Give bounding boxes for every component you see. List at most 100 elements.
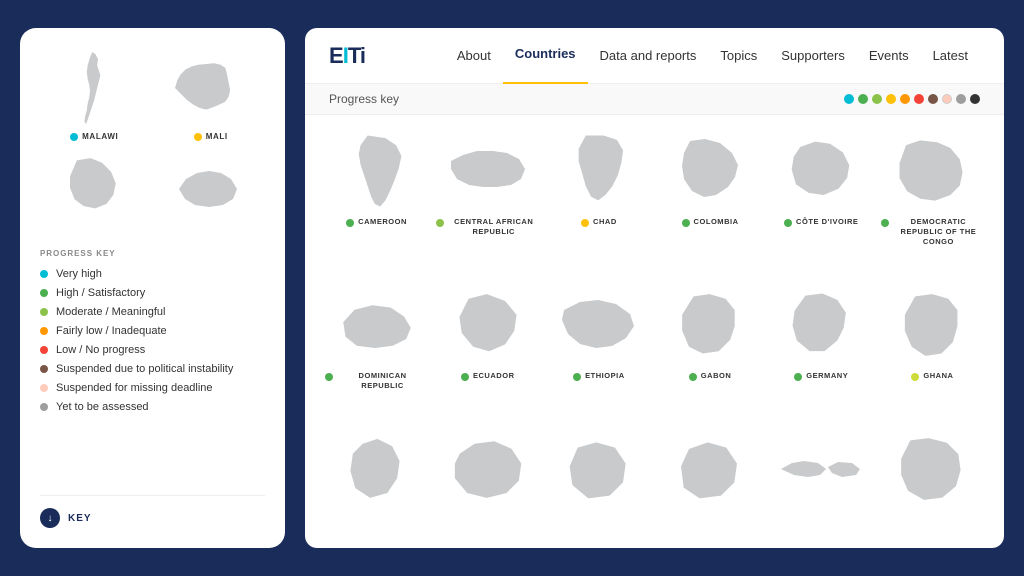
- drc-map: [887, 131, 977, 211]
- gabon-name: GABON: [689, 371, 732, 381]
- suspended-deadline-label: Suspended for missing deadline: [56, 382, 213, 394]
- nav-link-countries[interactable]: Countries: [503, 28, 588, 85]
- suspended-political-dot: [40, 365, 48, 373]
- dr-name: DOMINICAN REPUBLIC: [325, 371, 428, 391]
- nav-item-topics[interactable]: Topics: [708, 28, 769, 84]
- ecuador-name: ECUADOR: [461, 371, 515, 381]
- country-r3c6[interactable]: [877, 421, 988, 540]
- chad-name: CHAD: [581, 217, 617, 227]
- moderate-dot: [40, 308, 48, 316]
- r3c4-map: [665, 429, 755, 509]
- small-country-2: [157, 149, 266, 229]
- nav-item-events[interactable]: Events: [857, 28, 921, 84]
- colombia-dot: [682, 219, 690, 227]
- ghana-dot: [911, 373, 919, 381]
- nav-link-about[interactable]: About: [445, 28, 503, 84]
- progress-dot-3: [872, 94, 882, 104]
- key-footer-icon: ↓: [40, 508, 60, 528]
- nav-link-events[interactable]: Events: [857, 28, 921, 84]
- germany-map: [776, 285, 866, 365]
- country-colombia[interactable]: COLOMBIA: [654, 123, 765, 277]
- key-item-fairly-low: Fairly low / Inadequate: [40, 325, 265, 337]
- key-item-very-high: Very high: [40, 268, 265, 280]
- cdi-map: [776, 131, 866, 211]
- mali-map: [171, 48, 251, 128]
- car-map: [443, 131, 533, 211]
- malawi-dot: [70, 133, 78, 141]
- country-ethiopia[interactable]: ETHIOPIA: [543, 277, 654, 421]
- ghana-name: GHANA: [911, 371, 953, 381]
- fairly-low-label: Fairly low / Inadequate: [56, 325, 167, 337]
- progress-dots: [844, 94, 980, 104]
- country-r3c5[interactable]: [766, 421, 877, 540]
- gabon-dot: [689, 373, 697, 381]
- country-ghana[interactable]: GHANA: [877, 277, 988, 421]
- country-gabon[interactable]: GABON: [654, 277, 765, 421]
- country-germany[interactable]: GERMANY: [766, 277, 877, 421]
- small-map-1: [54, 149, 134, 229]
- cdi-dot: [784, 219, 792, 227]
- progress-dot-4: [886, 94, 896, 104]
- country-drc[interactable]: DEMOCRATIC REPUBLIC OF THE CONGO: [877, 123, 988, 277]
- malawi-preview: MALAWI: [40, 48, 149, 141]
- dr-dot: [325, 373, 333, 381]
- country-ecuador[interactable]: ECUADOR: [432, 277, 543, 421]
- country-cameroon[interactable]: CAMEROON: [321, 123, 432, 277]
- moderate-label: Moderate / Meaningful: [56, 306, 165, 318]
- nav-item-about[interactable]: About: [445, 28, 503, 84]
- mali-label: MALI: [194, 132, 228, 141]
- nav-item-countries[interactable]: Countries: [503, 28, 588, 85]
- drc-dot: [881, 219, 889, 227]
- low-dot: [40, 346, 48, 354]
- progress-dot-10: [970, 94, 980, 104]
- very-high-dot: [40, 270, 48, 278]
- not-assessed-label: Yet to be assessed: [56, 401, 149, 413]
- country-dominican-republic[interactable]: DOMINICAN REPUBLIC: [321, 277, 432, 421]
- nav-link-data[interactable]: Data and reports: [588, 28, 709, 84]
- low-label: Low / No progress: [56, 344, 145, 356]
- country-r3c4[interactable]: [654, 421, 765, 540]
- nav-link-topics[interactable]: Topics: [708, 28, 769, 84]
- map-previews: MALAWI MALI: [40, 48, 265, 229]
- ecuador-dot: [461, 373, 469, 381]
- nav-item-latest[interactable]: Latest: [921, 28, 980, 84]
- cameroon-dot: [346, 219, 354, 227]
- country-r3c3[interactable]: [543, 421, 654, 540]
- key-item-not-assessed: Yet to be assessed: [40, 401, 265, 413]
- country-central-african-republic[interactable]: CENTRAL AFRICAN REPUBLIC: [432, 123, 543, 277]
- key-footer[interactable]: ↓ KEY: [40, 495, 265, 528]
- progress-key-title: PROGRESS KEY: [40, 249, 265, 258]
- nav-links: About Countries Data and reports Topics …: [445, 28, 980, 85]
- country-chad[interactable]: CHAD: [543, 123, 654, 277]
- left-card: MALAWI MALI: [20, 28, 285, 548]
- high-dot: [40, 289, 48, 297]
- germany-dot: [794, 373, 802, 381]
- ethiopia-name: ETHIOPIA: [573, 371, 625, 381]
- car-dot: [436, 219, 444, 227]
- nav-item-supporters[interactable]: Supporters: [769, 28, 857, 84]
- drc-name: DEMOCRATIC REPUBLIC OF THE CONGO: [881, 217, 984, 246]
- car-name: CENTRAL AFRICAN REPUBLIC: [436, 217, 539, 237]
- nav-link-supporters[interactable]: Supporters: [769, 28, 857, 84]
- key-item-suspended-deadline: Suspended for missing deadline: [40, 382, 265, 394]
- mali-dot: [194, 133, 202, 141]
- key-item-suspended-political: Suspended due to political instability: [40, 363, 265, 375]
- logo: EITi: [329, 43, 365, 69]
- r3c6-map: [887, 429, 977, 509]
- country-r3c1[interactable]: [321, 421, 432, 540]
- nav-link-latest[interactable]: Latest: [921, 28, 980, 84]
- high-label: High / Satisfactory: [56, 287, 145, 299]
- small-map-2: [171, 149, 251, 229]
- country-r3c2[interactable]: [432, 421, 543, 540]
- key-item-low: Low / No progress: [40, 344, 265, 356]
- key-item-moderate: Moderate / Meaningful: [40, 306, 265, 318]
- colombia-map: [665, 131, 755, 211]
- mali-preview: MALI: [157, 48, 266, 141]
- country-cote-divoire[interactable]: CÔTE D'IVOIRE: [766, 123, 877, 277]
- key-item-high: High / Satisfactory: [40, 287, 265, 299]
- nav-item-data[interactable]: Data and reports: [588, 28, 709, 84]
- ethiopia-map: [554, 285, 644, 365]
- cameroon-name: CAMEROON: [346, 217, 407, 227]
- dr-map: [332, 285, 422, 365]
- r3c1-map: [332, 429, 422, 509]
